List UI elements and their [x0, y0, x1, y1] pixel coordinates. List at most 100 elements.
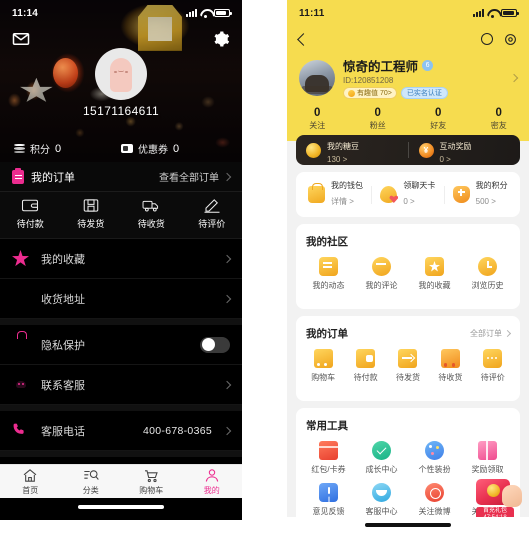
- stat-friends[interactable]: 0 好友: [408, 107, 469, 131]
- stat-following[interactable]: 0 关注: [287, 107, 348, 131]
- chat-bubble-icon: [483, 349, 503, 368]
- verified-badge: 已实名认证: [400, 87, 448, 99]
- order-tab-pending-payment[interactable]: 待付款: [0, 198, 61, 230]
- item-label: 待评价: [480, 373, 505, 382]
- community-title: 我的社区: [306, 236, 348, 248]
- my-points-entry[interactable]: 我的积分 500 >: [445, 180, 516, 209]
- tool-item-rewards[interactable]: 奖励领取: [461, 441, 514, 475]
- truck-outline-icon: [142, 200, 159, 212]
- tab-label: 分类: [82, 485, 99, 495]
- points-value: 0: [55, 142, 62, 155]
- menu-item-support-phone[interactable]: 客服电话 400-678-0365: [0, 411, 242, 451]
- gear-icon[interactable]: [504, 33, 517, 46]
- item-label: 关注微信: [471, 507, 504, 516]
- chevron-right-icon: [222, 380, 232, 389]
- mail-icon[interactable]: [12, 30, 30, 48]
- community-item-history[interactable]: 浏览历史: [461, 257, 514, 291]
- order-item-cart[interactable]: 购物车: [302, 349, 344, 383]
- tool-item-growth[interactable]: 成长中心: [355, 441, 408, 475]
- tab-home[interactable]: 首页: [0, 465, 61, 498]
- wallet-bag-icon: [308, 183, 325, 203]
- points-stat[interactable]: 积分 0: [14, 141, 121, 156]
- coupon-icon: [121, 144, 133, 153]
- tools-card: 常用工具 红包/卡券 成长中心 个性装扮 奖励领取 意见反馈 客服中心 关注微博…: [296, 408, 522, 535]
- wallet-card: 我的钱包 详情 > 领聊天卡 0 > 我的积分 500 >: [296, 172, 520, 217]
- menu-item-privacy[interactable]: 隐私保护: [0, 325, 242, 365]
- growth-check-icon: [372, 441, 391, 460]
- avatar[interactable]: [95, 48, 147, 100]
- stat-close-friends[interactable]: 0 密友: [469, 107, 529, 131]
- comment-icon: [372, 257, 391, 276]
- avatar[interactable]: [299, 59, 335, 96]
- view-all-orders-label: 全部订单: [470, 329, 502, 338]
- my-orders-header[interactable]: 我的订单 查看全部订单: [0, 162, 242, 192]
- view-all-orders-button[interactable]: 全部订单: [470, 328, 512, 339]
- view-all-orders-button[interactable]: 查看全部订单: [159, 169, 232, 184]
- my-orders-title: 我的订单: [31, 171, 75, 184]
- home-icon: [23, 468, 37, 482]
- left-status-bar: 11:14: [0, 0, 242, 26]
- tool-item-weibo[interactable]: 关注微博: [408, 483, 461, 517]
- order-item-pending-payment[interactable]: 待付款: [344, 349, 386, 383]
- tab-mine[interactable]: 我的: [182, 465, 243, 498]
- interaction-reward-entry[interactable]: ¥ 互动奖励 0 >: [409, 136, 521, 164]
- entry-value: 500 >: [475, 197, 496, 206]
- order-item-pending-receipt[interactable]: 待收货: [429, 349, 471, 383]
- order-tab-label: 待付款: [16, 219, 44, 229]
- tab-cart[interactable]: 购物车: [121, 465, 182, 498]
- stat-followers[interactable]: 0 粉丝: [348, 107, 409, 131]
- coupon-stat[interactable]: 优惠券 0: [121, 141, 228, 156]
- order-item-pending-shipment[interactable]: 待发货: [387, 349, 429, 383]
- chevron-right-icon: [222, 426, 232, 435]
- feedback-icon: [319, 483, 338, 502]
- bottom-tab-bar: 首页 分类 购物车 我的: [0, 464, 242, 498]
- order-tab-pending-receipt[interactable]: 待收货: [121, 198, 182, 230]
- stat-value: 0: [314, 107, 321, 119]
- item-label: 成长中心: [365, 465, 398, 474]
- star-box-icon: [425, 257, 444, 276]
- coins-icon: [14, 143, 25, 154]
- back-chevron-icon[interactable]: [297, 32, 310, 46]
- tab-category[interactable]: 分类: [61, 465, 122, 498]
- menu-item-contact-support[interactable]: 联系客服: [0, 365, 242, 405]
- user-icon: [205, 468, 218, 482]
- item-label: 个性装扮: [418, 465, 451, 474]
- profile-summary[interactable]: 惊奇的工程师 6 ID:120851208 有趣值 70> 已实名认证: [287, 52, 529, 99]
- order-tab-pending-shipment[interactable]: 待发货: [61, 198, 122, 230]
- item-label: 红包/卡券: [311, 465, 346, 474]
- fun-value-badge[interactable]: 有趣值 70>: [343, 87, 397, 99]
- chevron-right-icon: [222, 294, 232, 303]
- entry-value: 详情 >: [331, 197, 354, 206]
- package-outline-icon: [83, 199, 99, 212]
- coupon-label: 优惠券: [138, 145, 168, 156]
- menu-item-address[interactable]: 收货地址: [0, 279, 242, 319]
- item-label: 我的动态: [312, 281, 345, 290]
- tool-item-service-center[interactable]: 客服中心: [355, 483, 408, 517]
- item-label: 浏览历史: [471, 281, 504, 290]
- community-item-moments[interactable]: 我的动态: [302, 257, 355, 291]
- community-item-favorites[interactable]: 我的收藏: [408, 257, 461, 291]
- gear-icon[interactable]: [212, 30, 230, 48]
- my-wallet-entry[interactable]: 我的钱包 详情 >: [300, 180, 371, 209]
- account-menu-list: 我的收藏 收货地址 隐私保护 联系客服 客服电话 400-678-0365: [0, 239, 242, 497]
- entry-title: 我的糖豆: [327, 142, 359, 151]
- privacy-toggle[interactable]: [200, 336, 230, 353]
- wallet-outline-icon: [22, 199, 39, 212]
- tab-label: 我的: [203, 485, 220, 495]
- order-item-pending-review[interactable]: 待评价: [472, 349, 514, 383]
- profile-id: ID:120851208: [343, 76, 394, 85]
- chat-card-entry[interactable]: 领聊天卡 0 >: [372, 180, 443, 209]
- community-item-comments[interactable]: 我的评论: [355, 257, 408, 291]
- chevron-right-icon: [503, 329, 512, 338]
- tool-item-wechat[interactable]: 关注微信 首充礼包 47:54:18: [461, 479, 522, 523]
- coupon-value: 0: [173, 142, 180, 155]
- order-tab-pending-review[interactable]: 待评价: [182, 198, 243, 230]
- entry-title: 领聊天卡: [403, 181, 436, 190]
- my-beans-entry[interactable]: 我的糖豆 130 >: [296, 136, 408, 164]
- menu-item-favorites[interactable]: 我的收藏: [0, 239, 242, 279]
- tool-item-decoration[interactable]: 个性装扮: [408, 441, 461, 475]
- tool-item-feedback[interactable]: 意见反馈: [302, 483, 355, 517]
- tool-item-red-packet[interactable]: 红包/卡券: [302, 441, 355, 475]
- scan-circle-icon[interactable]: [481, 33, 493, 45]
- cart-icon: [145, 469, 159, 482]
